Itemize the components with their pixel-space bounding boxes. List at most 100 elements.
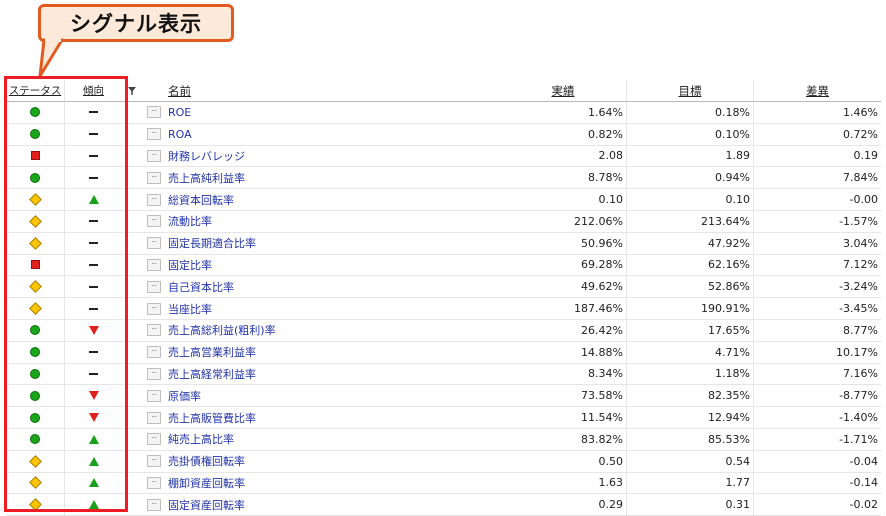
diff-value: -1.40% — [754, 407, 881, 429]
diff-value: 1.46% — [754, 102, 881, 124]
table-row[interactable]: ··· 固定比率 69.28% 62.16% 7.12% — [6, 254, 882, 277]
kpi-name-link[interactable]: 棚卸資産回転率 — [166, 473, 500, 495]
table-row[interactable]: ··· 固定資産回転率 0.29 0.31 -0.02 — [6, 494, 882, 516]
callout-pointer — [38, 38, 64, 78]
row-menu-cell: ··· — [142, 364, 166, 386]
row-menu-button[interactable]: ··· — [147, 476, 161, 489]
kpi-name-link[interactable]: 純売上高比率 — [166, 429, 500, 451]
diff-value: -0.04 — [754, 451, 881, 473]
row-menu-cell: ··· — [142, 276, 166, 299]
kpi-name-link[interactable]: 自己資本比率 — [166, 276, 500, 299]
row-menu-button[interactable]: ··· — [147, 128, 161, 141]
diff-value: -8.77% — [754, 385, 881, 408]
table-row[interactable]: ··· 売上高純利益率 8.78% 0.94% 7.84% — [6, 167, 882, 190]
actual-value: 8.34% — [500, 363, 627, 386]
kpi-name-link[interactable]: ROA — [166, 124, 500, 146]
header-target[interactable]: 目標 — [627, 80, 754, 102]
table-row[interactable]: ··· 売上高販管費比率 11.54% 12.94% -1.40% — [6, 407, 882, 429]
kpi-name-link[interactable]: 固定長期適合比率 — [166, 233, 500, 255]
row-menu-button[interactable]: ··· — [147, 411, 161, 424]
actual-value: 69.28% — [500, 254, 627, 277]
diff-value: -1.57% — [754, 211, 881, 233]
kpi-name-link[interactable]: 原価率 — [166, 385, 500, 408]
target-value: 1.89 — [627, 145, 754, 168]
actual-value: 50.96% — [500, 232, 627, 255]
row-menu-cell: ··· — [142, 451, 166, 473]
row-menu-button[interactable]: ··· — [147, 455, 161, 468]
table-row[interactable]: ··· 売上高総利益(粗利)率 26.42% 17.65% 8.77% — [6, 319, 882, 342]
target-value: 0.54 — [627, 450, 754, 473]
table-row[interactable]: ··· ROA 0.82% 0.10% 0.72% — [6, 123, 882, 146]
actual-value: 0.82% — [500, 123, 627, 146]
grid-header: ステータス 傾向 名前 実績 目標 差異 — [6, 80, 882, 102]
row-menu-button[interactable]: ··· — [147, 237, 161, 250]
row-menu-button[interactable]: ··· — [147, 258, 161, 271]
actual-value: 26.42% — [500, 319, 627, 342]
row-menu-cell: ··· — [142, 124, 166, 146]
target-value: 82.35% — [627, 385, 754, 408]
diff-value: -1.71% — [754, 429, 881, 451]
row-menu-cell: ··· — [142, 167, 166, 190]
target-value: 1.18% — [627, 363, 754, 386]
diff-value: 7.84% — [754, 167, 881, 190]
row-menu-button[interactable]: ··· — [147, 367, 161, 380]
table-row[interactable]: ··· 自己資本比率 49.62% 52.86% -3.24% — [6, 276, 882, 299]
row-menu-button[interactable]: ··· — [147, 302, 161, 315]
table-row[interactable]: ··· 売上高経常利益率 8.34% 1.18% 7.16% — [6, 363, 882, 386]
actual-value: 73.58% — [500, 385, 627, 408]
row-menu-button[interactable]: ··· — [147, 433, 161, 446]
kpi-name-link[interactable]: ROE — [166, 102, 500, 124]
row-menu-button[interactable]: ··· — [147, 215, 161, 228]
table-row[interactable]: ··· 総資本回転率 0.10 0.10 -0.00 — [6, 189, 882, 211]
table-row[interactable]: ··· 売上高営業利益率 14.88% 4.71% 10.17% — [6, 341, 882, 364]
actual-value: 2.08 — [500, 145, 627, 168]
kpi-name-link[interactable]: 売掛債権回転率 — [166, 451, 500, 473]
diff-value: -0.02 — [754, 494, 881, 516]
table-row[interactable]: ··· 流動比率 212.06% 213.64% -1.57% — [6, 210, 882, 233]
row-menu-cell: ··· — [142, 233, 166, 255]
table-row[interactable]: ··· 棚卸資産回転率 1.63 1.77 -0.14 — [6, 472, 882, 495]
kpi-name-link[interactable]: 売上高営業利益率 — [166, 342, 500, 364]
row-menu-button[interactable]: ··· — [147, 280, 161, 293]
target-value: 0.10 — [627, 189, 754, 211]
target-value: 213.64% — [627, 210, 754, 233]
table-row[interactable]: ··· 売掛債権回転率 0.50 0.54 -0.04 — [6, 450, 882, 473]
table-row[interactable]: ··· 原価率 73.58% 82.35% -8.77% — [6, 385, 882, 408]
row-menu-button[interactable]: ··· — [147, 171, 161, 184]
row-menu-button[interactable]: ··· — [147, 193, 161, 206]
kpi-name-link[interactable]: 当座比率 — [166, 298, 500, 320]
header-name[interactable]: 名前 — [166, 80, 500, 102]
kpi-name-link[interactable]: 固定資産回転率 — [166, 494, 500, 516]
table-row[interactable]: ··· 財務レバレッジ 2.08 1.89 0.19 — [6, 145, 882, 168]
header-diff[interactable]: 差異 — [754, 80, 881, 102]
table-row[interactable]: ··· 固定長期適合比率 50.96% 47.92% 3.04% — [6, 232, 882, 255]
actual-value: 14.88% — [500, 341, 627, 364]
kpi-name-link[interactable]: 流動比率 — [166, 211, 500, 233]
actual-value: 1.63 — [500, 472, 627, 495]
diff-value: -3.45% — [754, 298, 881, 320]
kpi-name-link[interactable]: 固定比率 — [166, 255, 500, 277]
header-actual[interactable]: 実績 — [500, 80, 627, 102]
row-menu-button[interactable]: ··· — [147, 389, 161, 402]
row-menu-button[interactable]: ··· — [147, 346, 161, 359]
grid-body: ··· ROE 1.64% 0.18% 1.46% ··· ROA 0.82% 0.10% 0.7… — [6, 102, 882, 516]
row-menu-cell: ··· — [142, 298, 166, 320]
table-row[interactable]: ··· ROE 1.64% 0.18% 1.46% — [6, 102, 882, 124]
kpi-name-link[interactable]: 財務レバレッジ — [166, 146, 500, 168]
row-menu-button[interactable]: ··· — [147, 106, 161, 119]
row-menu-button[interactable]: ··· — [147, 149, 161, 162]
row-menu-button[interactable]: ··· — [147, 498, 161, 511]
table-row[interactable]: ··· 当座比率 187.46% 190.91% -3.45% — [6, 298, 882, 320]
row-menu-button[interactable]: ··· — [147, 324, 161, 337]
kpi-name-link[interactable]: 売上高販管費比率 — [166, 407, 500, 429]
row-menu-cell: ··· — [142, 102, 166, 124]
row-menu-cell: ··· — [142, 473, 166, 495]
table-row[interactable]: ··· 純売上高比率 83.82% 85.53% -1.71% — [6, 428, 882, 451]
kpi-name-link[interactable]: 総資本回転率 — [166, 189, 500, 211]
target-value: 0.94% — [627, 167, 754, 190]
row-menu-cell: ··· — [142, 407, 166, 429]
kpi-name-link[interactable]: 売上高純利益率 — [166, 167, 500, 190]
kpi-name-link[interactable]: 売上高総利益(粗利)率 — [166, 320, 500, 342]
kpi-name-link[interactable]: 売上高経常利益率 — [166, 364, 500, 386]
actual-value: 8.78% — [500, 167, 627, 190]
